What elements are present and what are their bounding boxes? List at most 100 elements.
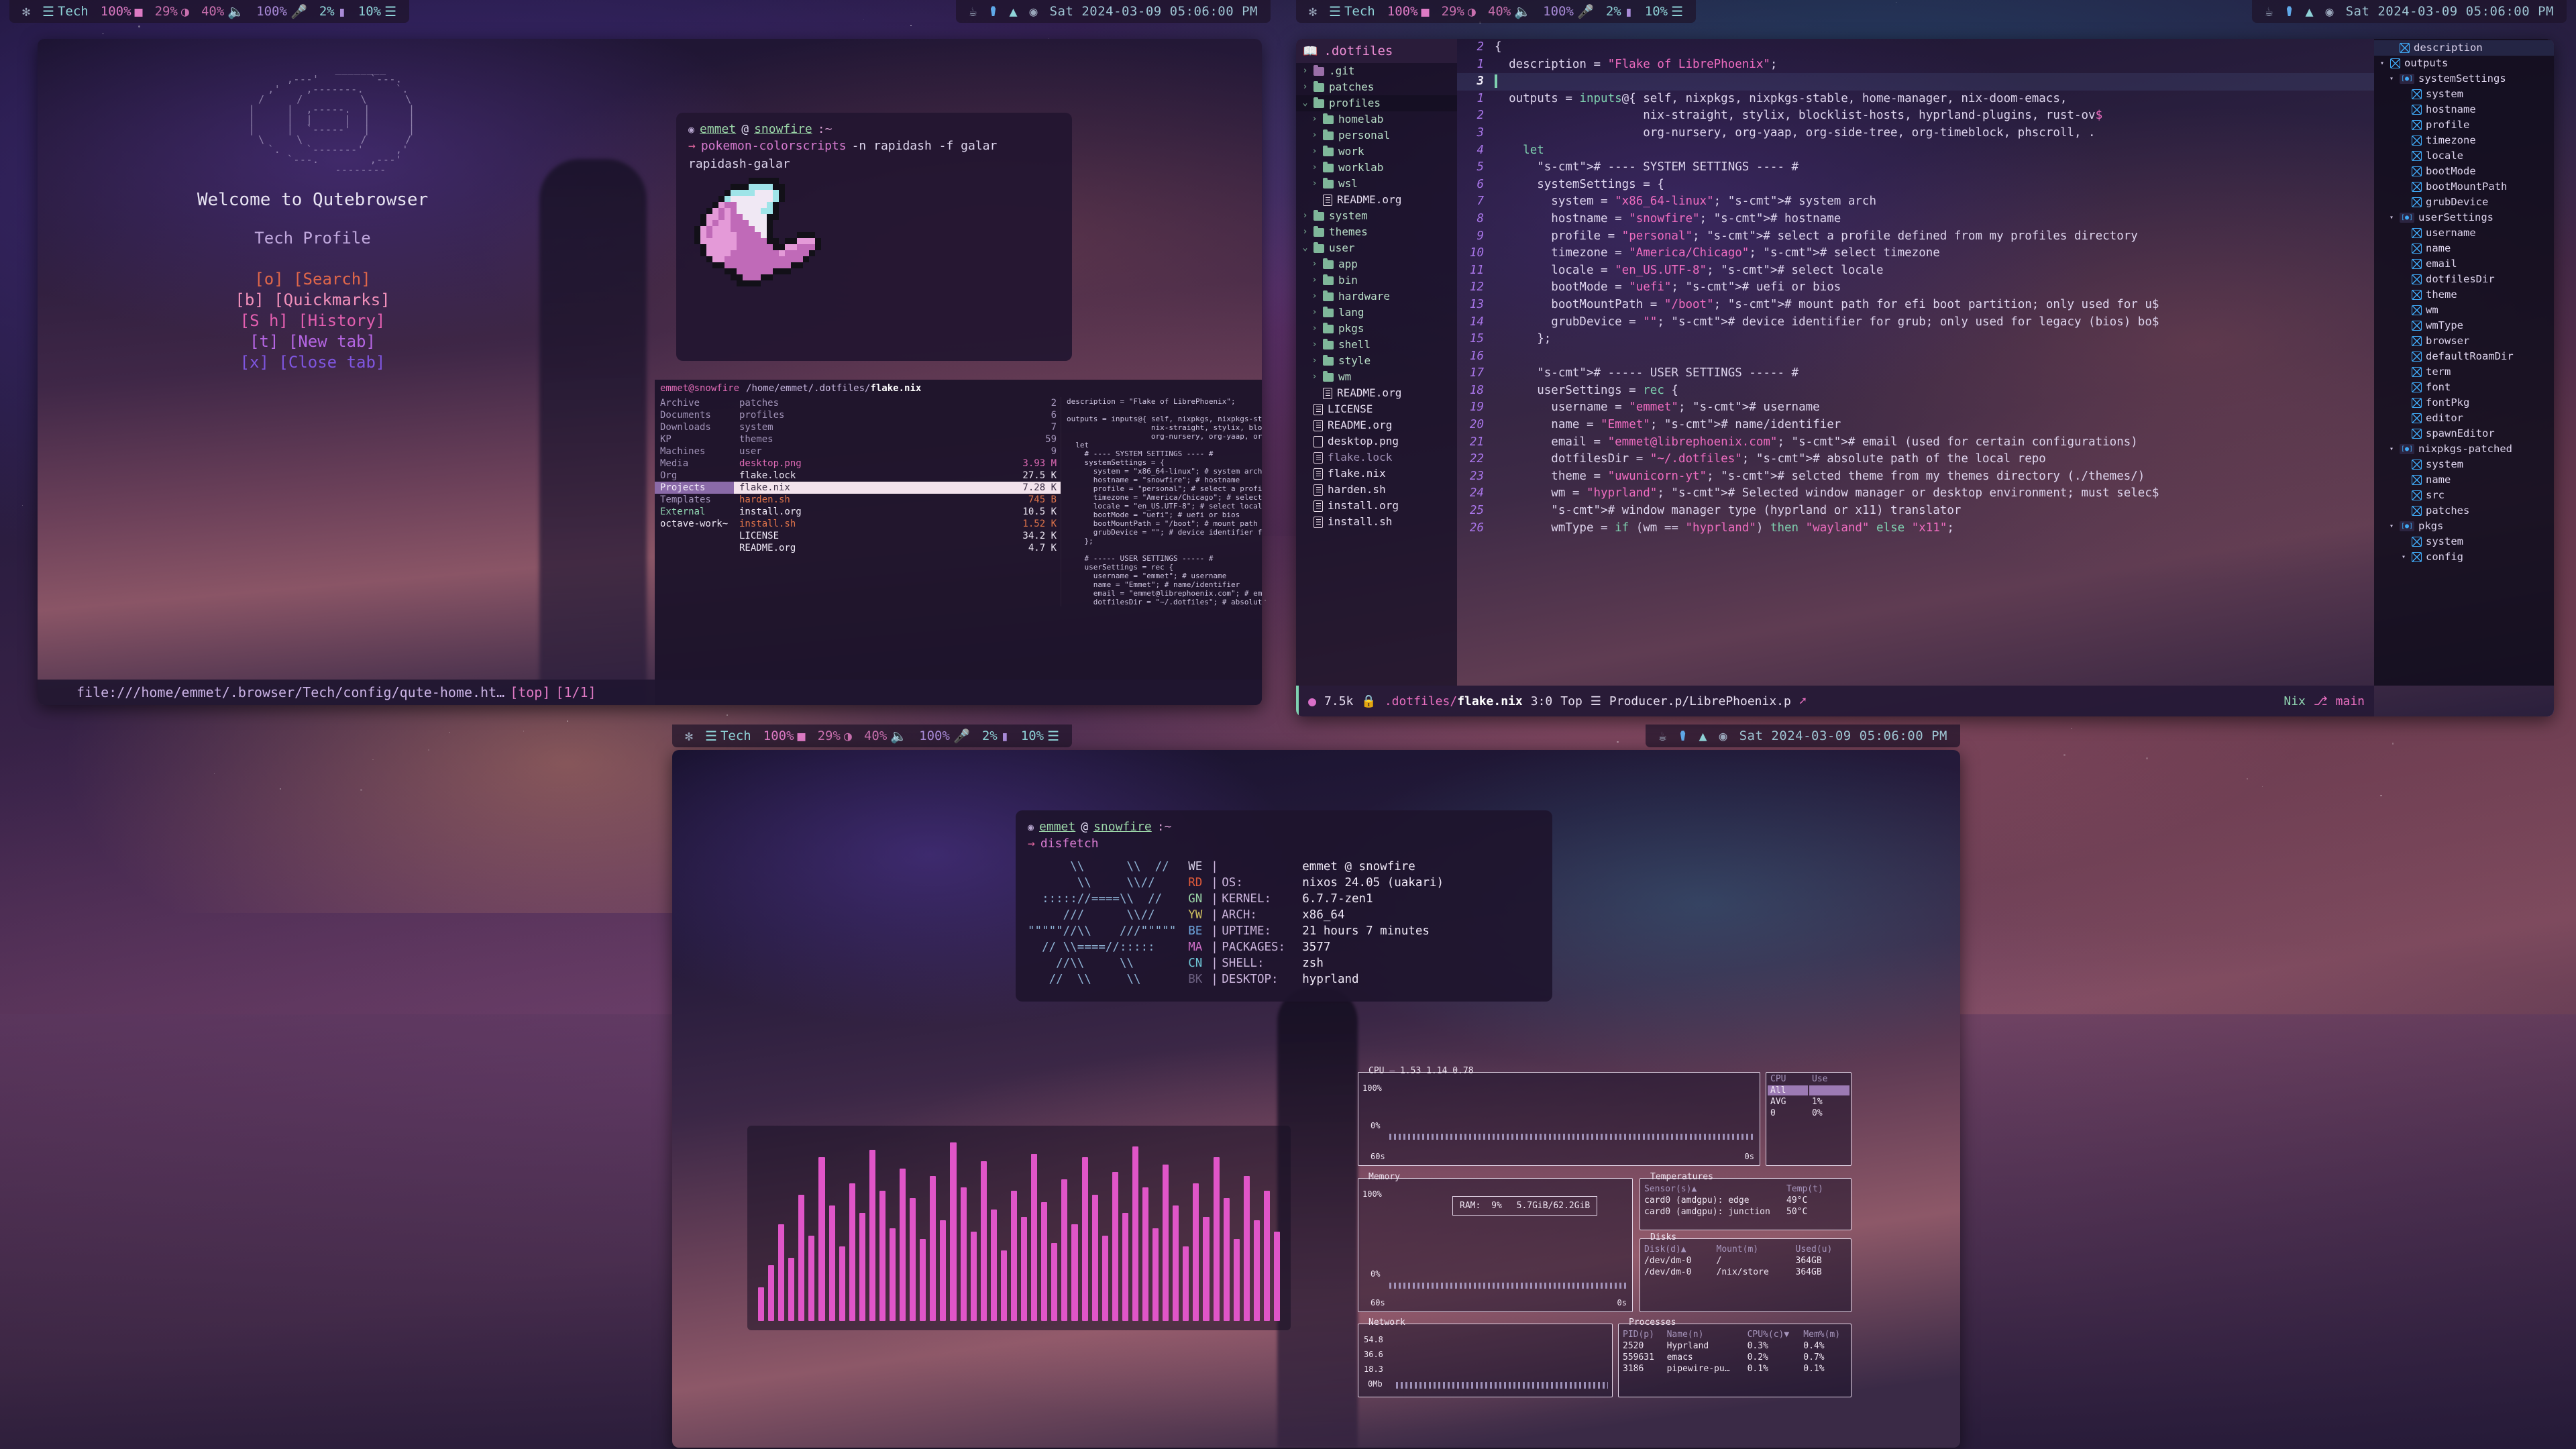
- cpu-use-row-all[interactable]: All: [1768, 1085, 1849, 1095]
- statusbar-left-modules[interactable]: ✻ ☰ Tech 100% ■ 29% ◑ 40% 🔈 100% 🎤 2% ▮ …: [9, 0, 409, 23]
- code-line[interactable]: 8 hostname = "snowfire"; "s-cmt"># hostn…: [1457, 211, 2374, 228]
- triangle-icon[interactable]: ▾: [2387, 519, 2396, 533]
- outline-node[interactable]: system: [2374, 87, 2554, 102]
- outline-node[interactable]: name: [2374, 241, 2554, 256]
- treemacs-node[interactable]: › pkgs: [1296, 321, 1457, 337]
- disk-header-used[interactable]: Used(u): [1793, 1244, 1849, 1254]
- pokemon-terminal-window[interactable]: ◉ emmet @ snowfire:~ → pokemon-colorscript…: [676, 113, 1072, 361]
- chevron-icon[interactable]: ›: [1301, 209, 1309, 223]
- outline-node[interactable]: wm: [2374, 303, 2554, 318]
- outline-node[interactable]: browser: [2374, 333, 2554, 349]
- outline-node[interactable]: grubDevice: [2374, 195, 2554, 210]
- code-line[interactable]: 9 profile = "personal"; "s-cmt"># select…: [1457, 228, 2374, 246]
- chevron-icon[interactable]: ›: [1311, 258, 1318, 271]
- code-line[interactable]: 3: [1457, 73, 2374, 91]
- outline-node[interactable]: bootMountPath: [2374, 179, 2554, 195]
- outline-node[interactable]: bootMode: [2374, 164, 2554, 179]
- treemacs-node[interactable]: › bin: [1296, 272, 1457, 288]
- list-item[interactable]: Machines: [655, 445, 734, 458]
- coffee-off-icon[interactable]: ☕: [963, 5, 983, 18]
- nixos-logo-module-bottom[interactable]: ✻: [679, 729, 699, 743]
- cpu-module-bottom[interactable]: 2% ▮: [976, 729, 1015, 743]
- code-line[interactable]: 17 "s-cmt"># ----- USER SETTINGS ----- #: [1457, 365, 2374, 382]
- outline-node[interactable]: locale: [2374, 148, 2554, 164]
- list-item[interactable]: harden.sh 745 B: [734, 494, 1061, 506]
- chevron-icon[interactable]: ›: [1311, 274, 1318, 287]
- list-item[interactable]: desktop.png 3.93 M: [734, 458, 1061, 470]
- outline-node[interactable]: email: [2374, 256, 2554, 272]
- outline-node[interactable]: ▾ [●] systemSettings: [2374, 71, 2554, 87]
- list-item[interactable]: system 7: [734, 421, 1061, 433]
- emacs-treemacs-sidebar[interactable]: 📖 .dotfiles › .git › patches ⌄ profiles › homel…: [1296, 39, 1457, 686]
- list-item[interactable]: Archive: [655, 397, 734, 409]
- code-line[interactable]: 10 timezone = "America/Chicago"; "s-cmt"…: [1457, 245, 2374, 262]
- proc-header-name[interactable]: Name(n): [1664, 1330, 1743, 1340]
- battery-module-right[interactable]: 100% ■: [1381, 4, 1436, 19]
- memory-module[interactable]: 10% ☰: [352, 4, 402, 19]
- chevron-icon[interactable]: ›: [1311, 161, 1318, 174]
- project-name[interactable]: Producer.p/LibrePhoenix.p: [1609, 694, 1791, 708]
- volume-module[interactable]: 40% 🔈: [195, 4, 250, 19]
- treemacs-node[interactable]: › lang: [1296, 305, 1457, 321]
- major-mode[interactable]: Nix: [2284, 694, 2306, 708]
- treemacs-node[interactable]: README.org: [1296, 192, 1457, 208]
- outline-node[interactable]: ▾ config: [2374, 549, 2554, 565]
- code-line[interactable]: 25 "s-cmt"># window manager type (hyprla…: [1457, 502, 2374, 520]
- chevron-icon[interactable]: ›: [1311, 354, 1318, 368]
- volume-module-right[interactable]: 40% 🔈: [1482, 4, 1537, 19]
- treemacs-node[interactable]: › patches: [1296, 79, 1457, 95]
- workspace-module-bottom[interactable]: ☰ Tech: [699, 729, 757, 743]
- code-line[interactable]: 14 grubDevice = ""; "s-cmt"># device ide…: [1457, 314, 2374, 331]
- list-item[interactable]: install.sh 1.52 K: [734, 518, 1061, 530]
- wifi-icon[interactable]: ▲: [1003, 5, 1023, 18]
- chevron-icon[interactable]: ›: [1301, 80, 1309, 94]
- outline-node[interactable]: theme: [2374, 287, 2554, 303]
- outline-node[interactable]: font: [2374, 380, 2554, 395]
- battery-module[interactable]: 100% ■: [95, 4, 149, 19]
- outline-node[interactable]: name: [2374, 472, 2554, 488]
- code-line[interactable]: 18 userSettings = rec {: [1457, 382, 2374, 400]
- record-icon[interactable]: ◉: [2320, 5, 2340, 18]
- wifi-icon[interactable]: ▲: [1693, 729, 1713, 743]
- code-line[interactable]: 12 bootMode = "uefi"; "s-cmt"># uefi or …: [1457, 279, 2374, 297]
- triangle-icon[interactable]: ▾: [2387, 72, 2396, 86]
- chevron-icon[interactable]: ›: [1301, 225, 1309, 239]
- coffee-off-icon[interactable]: ☕: [1652, 729, 1672, 743]
- outline-node[interactable]: defaultRoamDir: [2374, 349, 2554, 364]
- outline-node[interactable]: profile: [2374, 117, 2554, 133]
- treemacs-node[interactable]: harden.sh: [1296, 482, 1457, 498]
- chevron-icon[interactable]: ›: [1311, 129, 1318, 142]
- outline-node[interactable]: dotfilesDir: [2374, 272, 2554, 287]
- list-item[interactable]: user 9: [734, 445, 1061, 458]
- treemacs-node[interactable]: › themes: [1296, 224, 1457, 240]
- statusbar-bottom-tray[interactable]: ☕ ⚰ ▲ ◉ Sat 2024-03-09 05:06:00 PM: [1646, 724, 1960, 747]
- treemacs-node[interactable]: flake.lock: [1296, 449, 1457, 466]
- list-item[interactable]: KP: [655, 433, 734, 445]
- triangle-icon[interactable]: ▾: [2387, 442, 2396, 456]
- statusbar-right-modules[interactable]: ✻ ☰ Tech 100% ■ 29% ◑ 40% 🔈 100% 🎤 2% ▮ …: [1296, 0, 1696, 23]
- treemacs-node[interactable]: › wsl: [1296, 176, 1457, 192]
- outline-node[interactable]: description: [2374, 40, 2554, 56]
- list-item[interactable]: README.org 4.7 K: [734, 542, 1061, 554]
- volume-module-bottom[interactable]: 40% 🔈: [858, 729, 913, 743]
- quick-link-quickmarks[interactable]: [b] [Quickmarks]: [38, 290, 588, 311]
- statusbar-bottom-modules[interactable]: ✻ ☰ Tech 100% ■ 29% ◑ 40% 🔈 100% 🎤 2% ▮ …: [672, 724, 1072, 747]
- triangle-icon[interactable]: ▾: [2378, 56, 2386, 70]
- emacs-code-lines[interactable]: 2{1 description = "Flake of LibrePhoenix…: [1457, 39, 2374, 686]
- chevron-icon[interactable]: ›: [1311, 145, 1318, 158]
- triangle-icon[interactable]: ▾: [2387, 211, 2396, 225]
- treemacs-node[interactable]: › work: [1296, 144, 1457, 160]
- emacs-code-buffer[interactable]: 2{1 description = "Flake of LibrePhoenix…: [1457, 39, 2374, 686]
- proc-header-cpu[interactable]: CPU%(c)▼: [1745, 1330, 1800, 1340]
- code-line[interactable]: 16: [1457, 348, 2374, 366]
- outline-node[interactable]: system: [2374, 457, 2554, 472]
- code-line[interactable]: 13 bootMountPath = "/boot"; "s-cmt"># mo…: [1457, 297, 2374, 314]
- buffer-path[interactable]: .dotfiles/flake.nix: [1385, 694, 1523, 708]
- code-line[interactable]: 3 org-nursery, org-yaap, org-side-tree, …: [1457, 125, 2374, 142]
- battery-module-bottom[interactable]: 100% ■: [757, 729, 812, 743]
- temp-header-sensor[interactable]: Sensor(s)▲: [1642, 1184, 1782, 1194]
- code-line[interactable]: 4 let: [1457, 142, 2374, 160]
- outline-node[interactable]: username: [2374, 225, 2554, 241]
- treemacs-node[interactable]: install.sh: [1296, 514, 1457, 530]
- microphone-module-right[interactable]: 100% 🎤: [1537, 4, 1600, 19]
